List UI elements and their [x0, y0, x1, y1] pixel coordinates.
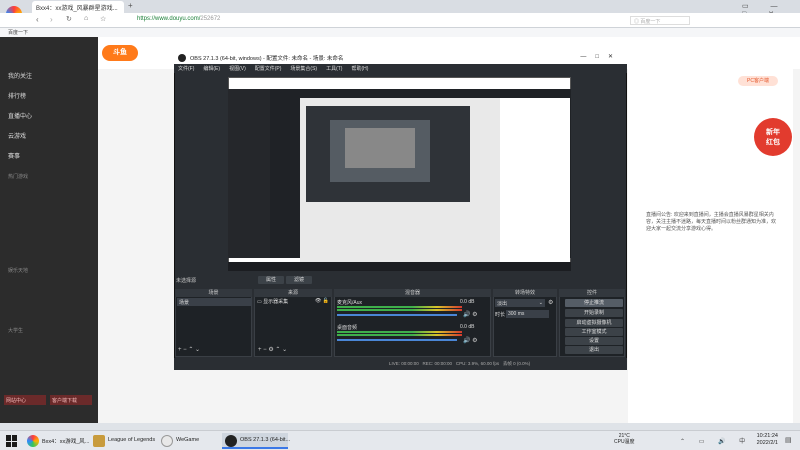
source-add-icon[interactable]: + − ⚙ ⌃ ⌄	[258, 346, 287, 353]
menu-help[interactable]: 帮助(H)	[351, 66, 368, 72]
obs-window-controls[interactable]: —□✕	[580, 53, 622, 60]
studio-mode-button[interactable]: 工作室模式	[565, 328, 623, 336]
source-visibility-icon[interactable]: 👁 🔓	[315, 298, 329, 304]
client-download-button[interactable]: 客户端下载	[50, 395, 92, 405]
pc-client-badge[interactable]: PC客户端	[738, 76, 778, 86]
properties-button[interactable]: 属性	[258, 276, 284, 284]
mixer-desktop-meter-2	[337, 334, 462, 336]
newyear-redpacket-ad[interactable]: 新年 红包	[754, 118, 792, 156]
url-input[interactable]: https://www.douyu.com/252672	[137, 16, 220, 22]
sidebar-heading-games: 热门游戏	[8, 174, 29, 180]
start-button-icon[interactable]	[6, 435, 18, 447]
tab-title: Bxx4：xx游戏_风暴群星游戏...	[36, 6, 118, 12]
lol-app-icon	[93, 435, 105, 447]
mixer-mic-label: 麦克风/Aux	[337, 300, 363, 306]
scenes-dock-title: 场景	[175, 289, 252, 297]
mixer-mic-fader[interactable]	[337, 314, 457, 316]
source-item[interactable]: ▭ 显示器采集 👁 🔓	[257, 298, 329, 306]
sidebar-heading-uni: 大学生	[8, 328, 24, 334]
site-sidebar: 我的关注 排行榜 直播中心 云游戏 赛事 热门游戏 娱乐天地 大学生 网站中心 …	[0, 37, 98, 423]
transition-select[interactable]: 淡出 ⌄	[495, 299, 545, 307]
star-icon[interactable]: ☆	[100, 15, 106, 23]
exit-button[interactable]: 退出	[565, 346, 623, 354]
duration-input[interactable]: 300 ms	[506, 310, 549, 318]
site-center-button[interactable]: 网站中心	[4, 395, 46, 405]
preview-taskbar	[228, 262, 571, 271]
transition-settings-icon[interactable]: ⚙	[548, 299, 553, 306]
preview-article	[500, 98, 570, 263]
sidebar-item-follow[interactable]: 我的关注	[8, 71, 32, 80]
start-recording-button[interactable]: 开始录制	[565, 309, 623, 317]
task-lol[interactable]: League of Legends	[90, 433, 156, 449]
task-obs[interactable]: OBS 27.1.3 (64-bit...	[222, 433, 290, 449]
stop-streaming-button[interactable]: 停止推流	[565, 299, 623, 307]
obs-title-bar: OBS 27.1.3 (64-bit, windows) - 配置文件: 未命名…	[174, 52, 627, 64]
no-source-selected-label: 未选择源	[176, 278, 197, 284]
refresh-icon[interactable]: ↻	[66, 15, 72, 23]
mixer-desktop-meter	[337, 331, 462, 333]
wegame-app-icon	[161, 435, 173, 447]
task-browser[interactable]: Bxx4：xx游戏_风...	[24, 433, 89, 449]
settings-button[interactable]: 设置	[565, 337, 623, 345]
mixer-mic-mute-icon[interactable]: 🔊 ⚙	[463, 311, 478, 318]
obs-menu-bar: 文件(F) 编辑(E) 视图(V) 配置文件(P) 场景集合(S) 工具(T) 帮助(H)	[174, 64, 627, 73]
scene-add-icon[interactable]: + − ⌃ ⌄	[178, 346, 200, 353]
preview-nested-obs-core	[345, 128, 415, 168]
search-box[interactable]: ◎ 百度一下	[630, 16, 690, 25]
sidebar-item-match[interactable]: 赛事	[8, 151, 20, 160]
task-wegame[interactable]: WeGame	[158, 433, 220, 449]
menu-view[interactable]: 视图(V)	[229, 66, 246, 72]
bookmark-bar: 百度一下	[0, 28, 800, 37]
preview-sidebar	[228, 89, 270, 258]
sidebar-item-cloud[interactable]: 云游戏	[8, 131, 26, 140]
sources-dock-title: 来源	[254, 289, 332, 297]
mixer-desktop-fader[interactable]	[337, 339, 457, 341]
start-virtual-camera-button[interactable]: 启动虚拟摄像机	[565, 319, 623, 327]
mixer-mic-meter-2	[337, 309, 462, 311]
chevron-down-icon: ⌄	[538, 300, 543, 306]
menu-edit[interactable]: 编辑(E)	[203, 66, 220, 72]
new-tab-icon[interactable]: +	[128, 1, 133, 10]
obs-logo-icon	[178, 54, 186, 62]
forward-icon[interactable]: ›	[50, 15, 53, 24]
filters-button[interactable]: 滤镜	[286, 276, 312, 284]
browser-app-icon	[27, 435, 39, 447]
home-icon[interactable]: ⌂	[84, 15, 88, 22]
controls-dock-title: 控件	[559, 289, 625, 297]
status-live: LIVE: 00:00:00	[389, 361, 419, 366]
menu-profile[interactable]: 配置文件(P)	[255, 66, 282, 72]
status-rec: REC: 00:00:00	[422, 361, 453, 366]
obs-app-icon	[225, 435, 237, 447]
transitions-dock-title: 转场特效	[493, 289, 557, 297]
mixer-desktop-level: 0.0 dB	[460, 324, 475, 330]
status-drop: 丢帧 0 (0.0%)	[502, 361, 531, 366]
mixer-mic-level: 0.0 dB	[460, 299, 475, 305]
mixer-dock-title: 混音器	[334, 289, 491, 297]
obs-title: OBS 27.1.3 (64-bit, windows) - 配置文件: 未命名…	[190, 56, 344, 62]
sidebar-item-live[interactable]: 直播中心	[8, 111, 32, 120]
bookmark-item[interactable]: 百度一下	[8, 30, 28, 36]
room-announcement: 直播间公告: 欢迎来到直播间，主播会直播风暴群星相关内容，关注主播不迷路，每天直…	[646, 212, 777, 232]
mixer-desktop-label: 桌面音频	[337, 325, 358, 331]
duration-label: 时长	[495, 312, 506, 318]
menu-scene-collection[interactable]: 场景集合(S)	[290, 66, 317, 72]
menu-tools[interactable]: 工具(T)	[326, 66, 342, 72]
obs-status-bar: LIVE: 00:00:00 REC: 00:00:00 CPU: 3.9%, …	[174, 358, 627, 370]
sidebar-heading-ent: 娱乐天地	[8, 268, 29, 274]
notification-icon[interactable]: ▤	[785, 436, 792, 444]
windows-taskbar: Bxx4：xx游戏_风... League of Legends WeGame …	[0, 430, 800, 450]
tray-icons[interactable]: ⌃ ▭ 🔊 中	[680, 436, 751, 445]
mixer-desktop-mute-icon[interactable]: 🔊 ⚙	[463, 337, 478, 344]
sidebar-item-rank[interactable]: 排行榜	[8, 91, 26, 100]
scene-item[interactable]: 场景	[177, 298, 252, 306]
status-cpu: CPU: 3.9%, 60.00 fps	[455, 361, 500, 366]
browser-tab[interactable]: Bxx4：xx游戏_风暴群星游戏...	[32, 1, 124, 13]
site-logo[interactable]: 斗鱼	[102, 45, 138, 61]
weather-widget[interactable]: 21°C CPU温度	[614, 433, 635, 445]
system-clock[interactable]: 10:21:24 2022/2/1	[757, 433, 778, 447]
menu-file[interactable]: 文件(F)	[178, 66, 194, 72]
mixer-mic-meter	[337, 306, 462, 308]
back-icon[interactable]: ‹	[36, 15, 39, 24]
